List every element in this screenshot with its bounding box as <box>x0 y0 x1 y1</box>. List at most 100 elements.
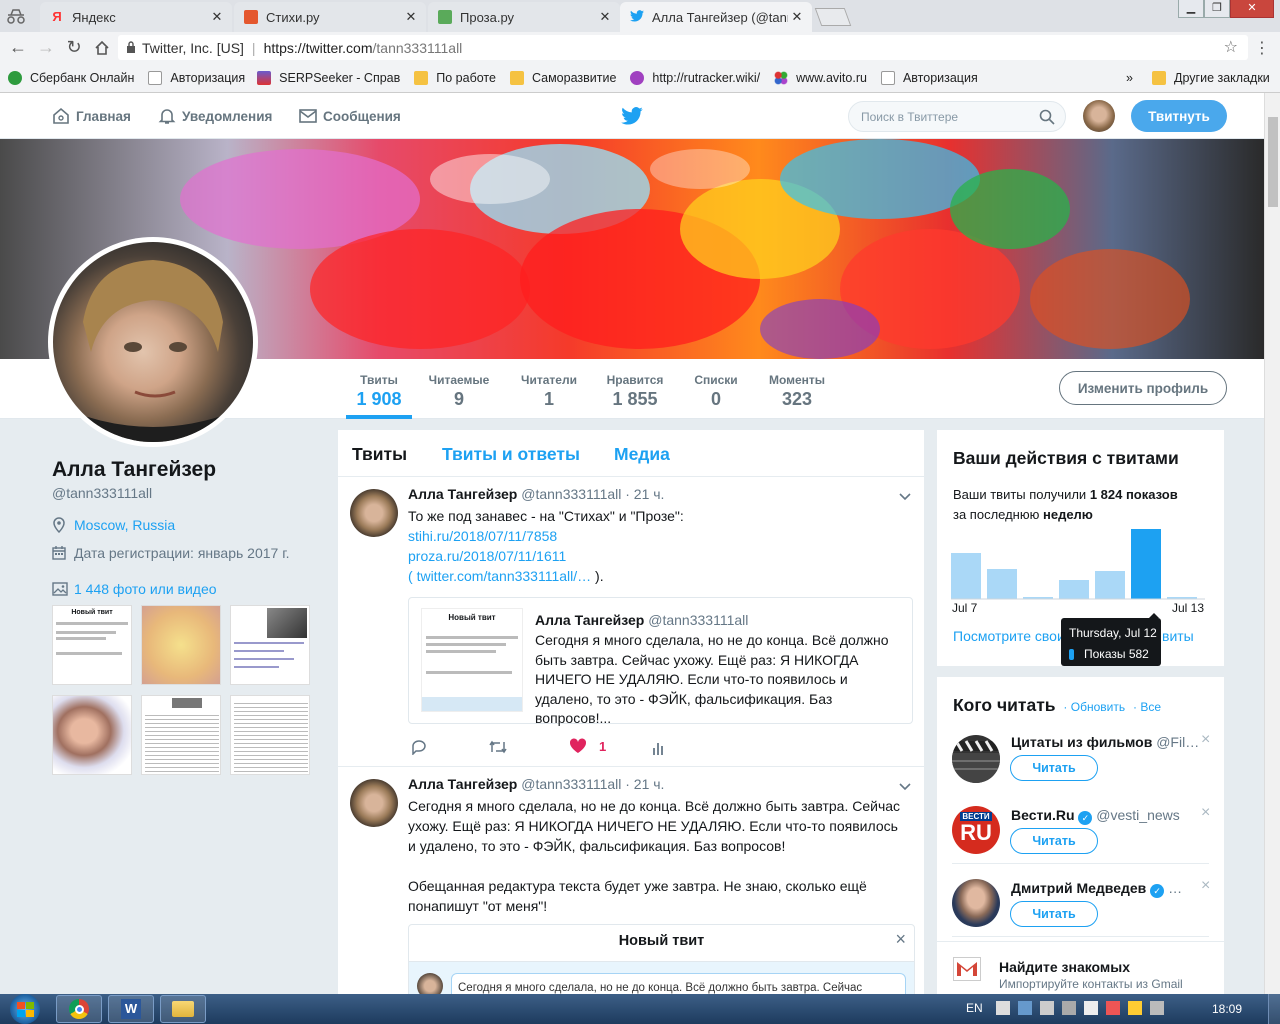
search-icon[interactable] <box>1039 109 1055 125</box>
view-analytics-link[interactable]: Посмотрите свои <box>953 628 1065 644</box>
impressions-chart[interactable] <box>951 526 1205 602</box>
vesti-avatar[interactable]: ВЕСТИ RU <box>952 806 1000 854</box>
home-icon[interactable] <box>88 34 116 62</box>
embedded-image[interactable]: Новый твит × Сегодня я много сделала, но… <box>408 924 915 994</box>
tweet-author-handle[interactable]: @tann333111all <box>521 486 621 502</box>
menu-icon[interactable]: ⋮ <box>1248 34 1276 62</box>
profile-name[interactable]: Алла Тангейзер <box>52 458 216 482</box>
dismiss-icon[interactable]: × <box>1201 877 1210 895</box>
like-button[interactable]: 1 <box>569 738 606 754</box>
media-thumbnail[interactable] <box>52 695 132 775</box>
tab-tweets[interactable]: Твиты <box>352 444 407 465</box>
tray-icon[interactable] <box>1062 1001 1076 1015</box>
address-bar[interactable]: Twitter, Inc. [US] | https://twitter.com… <box>118 35 1248 60</box>
search-input[interactable]: Поиск в Твиттере <box>848 101 1066 132</box>
media-thumbnail[interactable] <box>141 695 221 775</box>
profile-avatar[interactable] <box>48 237 258 447</box>
taskbar-word[interactable]: W <box>108 995 154 1023</box>
bookmark-item[interactable]: По работе <box>414 70 496 85</box>
tab-media[interactable]: Медиа <box>614 444 670 465</box>
close-tab-icon[interactable]: ✕ <box>402 9 420 25</box>
media-link[interactable]: 1 448 фото или видео <box>52 581 217 597</box>
follow-button[interactable]: Читать <box>1010 755 1098 781</box>
tweet-avatar[interactable] <box>350 779 398 827</box>
tray-icon[interactable] <box>1018 1001 1032 1015</box>
tweet[interactable]: Алла Тангейзер @tann333111all · 21 ч. То… <box>338 476 924 766</box>
tweet-author-handle[interactable]: @tann333111all <box>521 776 621 792</box>
follow-button[interactable]: Читать <box>1010 828 1098 854</box>
chart-bar-jul-7[interactable] <box>951 553 981 599</box>
forward-icon[interactable]: → <box>32 34 60 62</box>
close-window-icon[interactable]: ✕ <box>1230 0 1274 18</box>
bookmark-item[interactable]: Авторизация <box>880 70 978 85</box>
start-button[interactable] <box>0 994 50 1024</box>
refresh-link[interactable]: · Обновить <box>1063 700 1125 714</box>
find-friends[interactable]: Найдите знакомых Импортируйте контакты и… <box>937 949 1224 994</box>
chart-bar-jul-12[interactable] <box>1131 529 1161 599</box>
chart-bar-jul-10[interactable] <box>1059 580 1089 599</box>
media-thumbnail[interactable] <box>141 605 221 685</box>
bookmark-item[interactable]: www.avito.ru <box>774 70 867 85</box>
site-identity[interactable]: Twitter, Inc. [US] <box>142 40 244 56</box>
bookmark-star-icon[interactable]: ☆ <box>1224 37 1238 57</box>
view-analytics-link-end[interactable]: виты <box>1162 628 1194 644</box>
chevron-down-icon[interactable] <box>898 489 912 505</box>
suggestion-name[interactable]: Дмитрий Медведев <box>1011 880 1146 896</box>
tab-tweets-replies[interactable]: Твиты и ответы <box>442 444 580 465</box>
show-desktop-button[interactable] <box>1268 994 1280 1024</box>
tray-icon[interactable] <box>996 1001 1010 1015</box>
media-thumbnail[interactable] <box>230 605 310 685</box>
stat-moments[interactable]: Моменты 323 <box>764 373 830 410</box>
suggestion-name[interactable]: Цитаты из фильмов <box>1011 734 1152 750</box>
location-link[interactable]: Moscow, Russia <box>74 517 175 533</box>
taskbar-explorer[interactable] <box>160 995 206 1023</box>
tweet-author-name[interactable]: Алла Тангейзер <box>408 776 517 792</box>
tweet-link[interactable]: stihi.ru/2018/07/11/7858 <box>408 526 908 546</box>
edit-profile-button[interactable]: Изменить профиль <box>1059 371 1227 405</box>
quoted-tweet[interactable]: Новый твит Алла Тангейзер @tann333111all… <box>408 597 913 726</box>
media-thumbnail[interactable]: Новый твит <box>52 605 132 685</box>
other-bookmarks[interactable]: Другие закладки <box>1152 70 1270 85</box>
keyboard-language[interactable]: EN <box>966 1001 983 1015</box>
stat-tweets[interactable]: Твиты 1 908 <box>346 373 412 419</box>
stat-lists[interactable]: Списки 0 <box>690 373 742 410</box>
retweet-icon[interactable] <box>488 740 508 757</box>
close-tab-icon[interactable]: ✕ <box>208 9 226 25</box>
tweet-time[interactable]: · 21 ч. <box>625 486 664 502</box>
nav-notifications[interactable]: Уведомления <box>158 93 272 139</box>
volume-icon[interactable] <box>1084 1001 1098 1015</box>
minimize-icon[interactable]: ▁ <box>1178 0 1204 18</box>
clapperboard-avatar[interactable] <box>952 735 1000 783</box>
twitter-logo-icon[interactable] <box>621 107 643 128</box>
tab-stihi[interactable]: Стихи.ру ✕ <box>234 2 426 32</box>
view-all-link[interactable]: · Все <box>1133 700 1161 714</box>
new-tab-button[interactable] <box>814 8 852 26</box>
tweet-time[interactable]: · 21 ч. <box>625 776 664 792</box>
tweet[interactable]: Алла Тангейзер @tann333111all · 21 ч. Се… <box>338 766 924 994</box>
chevron-down-icon[interactable] <box>898 779 912 795</box>
nav-messages[interactable]: Сообщения <box>299 93 401 139</box>
tab-yandex[interactable]: Я Яндекс ✕ <box>40 2 232 32</box>
tab-proza[interactable]: Проза.ру ✕ <box>428 2 620 32</box>
stat-likes[interactable]: Нравится 1 855 <box>602 373 668 410</box>
tray-icon[interactable] <box>1128 1001 1142 1015</box>
dismiss-icon[interactable]: × <box>1201 731 1210 749</box>
chart-bar-jul-8[interactable] <box>987 569 1017 599</box>
chart-bar-jul-11[interactable] <box>1095 571 1125 599</box>
dismiss-icon[interactable]: × <box>1201 804 1210 822</box>
clock[interactable]: 18:09 <box>1212 1002 1242 1016</box>
maximize-icon[interactable]: ❐ <box>1204 0 1230 18</box>
reload-icon[interactable]: ↻ <box>60 34 88 62</box>
bookmark-item[interactable]: Авторизация <box>148 70 245 85</box>
tweet-author-name[interactable]: Алла Тангейзер <box>408 486 517 502</box>
taskbar-chrome[interactable] <box>56 995 102 1023</box>
bookmark-item[interactable]: Сбербанк Онлайн <box>8 70 134 85</box>
network-icon[interactable] <box>1150 1001 1164 1015</box>
nav-home[interactable]: Главная <box>52 93 131 139</box>
account-avatar[interactable] <box>1083 100 1115 132</box>
back-icon[interactable]: ← <box>4 34 32 62</box>
scrollbar-thumb[interactable] <box>1268 117 1278 207</box>
reply-icon[interactable] <box>410 739 428 758</box>
bookmark-item[interactable]: http://rutracker.wiki/ <box>630 70 760 85</box>
media-thumbnail[interactable] <box>230 695 310 775</box>
